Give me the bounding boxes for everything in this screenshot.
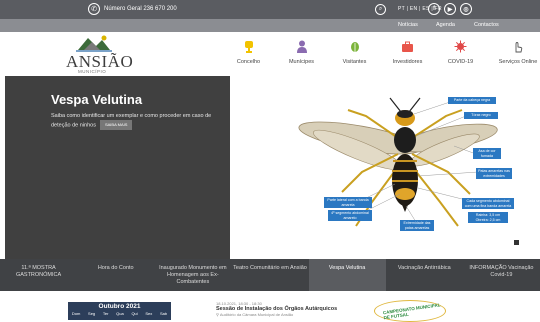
social-links: f ▶ ◎ [428, 3, 472, 15]
event-location-text: Auditório da Câmara Municipal de Ansião [219, 312, 294, 317]
logo-subtitle: MUNICÍPIO [78, 69, 107, 74]
phone-label: Número Geral 236 670 200 [104, 6, 177, 12]
callout-label: Parte lateral com a banda amarela [324, 197, 372, 208]
event-location: ⚲ Auditório da Câmara Municipal de Ansiã… [216, 312, 337, 317]
weekday: Seg [88, 311, 96, 316]
hero-title: Vespa Velutina [51, 92, 143, 107]
slide-tab[interactable]: Teatro Comunitário em Ansião [231, 259, 308, 291]
virus-icon [454, 40, 468, 53]
calendar-month: Outubro 2021 [98, 303, 141, 310]
nav-label: Concelho [236, 59, 261, 65]
nav-label: COVID-19 [447, 59, 474, 65]
briefcase-icon [401, 40, 415, 53]
callout-label: Rainha: 3,5 cm Obreira: 2,5 cm [468, 212, 508, 223]
person-icon [295, 40, 309, 53]
youtube-icon[interactable]: ▶ [444, 3, 456, 15]
header: ANSIÃO MUNICÍPIO Concelho Munícipes Visi… [0, 32, 540, 76]
futsal-championship-badge[interactable]: CAMPEONATO MUNICIPAL DE FUTSAL [374, 300, 446, 322]
nav-agenda[interactable]: Agenda [436, 22, 455, 28]
slider-tabs: 11.ª MOSTRA GASTRONÓMICA Hora do Conto I… [0, 259, 540, 291]
callout-label: Tórax negro [464, 112, 498, 119]
nav-noticias[interactable]: Notícias [398, 22, 418, 28]
nav-covid[interactable]: COVID-19 [434, 40, 487, 65]
callout-label: Patas amarelas nas extremidades [476, 168, 512, 179]
trophy-icon [242, 40, 256, 53]
nav-label: Investidores [392, 59, 423, 65]
nav-label: Serviços Online [498, 59, 538, 65]
events-calendar: Outubro 2021 Dom Seg Ter Qua Qui Sex Sab [68, 302, 171, 320]
hero-slider[interactable]: Vespa Velutina Saiba como identificar um… [5, 76, 532, 259]
facebook-icon[interactable]: f [428, 3, 440, 15]
callout-label: Parte da cabeça negra [448, 97, 496, 104]
main-nav: Concelho Munícipes Visitantes Investidor… [222, 40, 540, 65]
slide-tab[interactable]: 11.ª MOSTRA GASTRONÓMICA [0, 259, 77, 291]
content-section: Outubro 2021 Dom Seg Ter Qua Qui Sex Sab… [0, 291, 540, 322]
hero-more-button[interactable]: SAIBA MAIS [99, 120, 133, 130]
nav-visitantes[interactable]: Visitantes [328, 40, 381, 65]
top-bar: ✆ Número Geral 236 670 200 ⌕ PT | EN | E… [0, 0, 540, 19]
leaf-icon [348, 40, 362, 53]
hero-text: Saiba como identificar um exemplar e com… [51, 112, 221, 130]
nav-label: Munícipes [288, 59, 315, 65]
search-icon[interactable]: ⌕ [375, 4, 386, 15]
instagram-icon[interactable]: ◎ [460, 3, 472, 15]
slider-pause-control[interactable] [514, 240, 519, 245]
badge-text: CAMPEONATO MUNICIPAL DE FUTSAL [382, 302, 441, 321]
weekday: Sex [145, 311, 153, 316]
callout-label: Extremidade das patas amarelas [400, 220, 434, 231]
hero-image: Parte da cabeça negra Tórax negro Asa de… [230, 76, 532, 259]
nav-servicos-online[interactable]: Serviços Online [487, 40, 540, 65]
nav-investidores[interactable]: Investidores [381, 40, 434, 65]
hand-icon [511, 40, 525, 53]
callout-label: Cada segmento abdominal com uma fina ban… [462, 198, 514, 209]
slide-tab[interactable]: Hora do Conto [77, 259, 154, 291]
nav-municipes[interactable]: Munícipes [275, 40, 328, 65]
weekday: Qua [116, 311, 124, 316]
slide-tab[interactable]: Inaugurado Monumento em Homenagem aos Ex… [154, 259, 231, 291]
callout-label: 4º segmento abdominal amarelo [328, 210, 372, 221]
weekday: Qui [131, 311, 138, 316]
weekday: Dom [71, 311, 81, 316]
nav-concelho[interactable]: Concelho [222, 40, 275, 65]
nav-contactos[interactable]: Contactos [474, 22, 499, 28]
event-item[interactable]: 18.10.2021, 18:30 - 18:30 Sessão de Inst… [216, 301, 337, 317]
municipality-logo[interactable]: ANSIÃO MUNICÍPIO [60, 34, 140, 74]
callout-label: Asa de cor fumada [473, 148, 501, 159]
nav-label: Visitantes [342, 59, 367, 65]
slide-tab[interactable]: INFORMAÇÃO Vacinação Covid-19 [463, 259, 540, 291]
slide-tab-active[interactable]: Vespa Velutina [308, 259, 386, 291]
calendar-weekdays: Dom Seg Ter Qua Qui Sex Sab [68, 311, 171, 316]
logo-mark-icon [76, 35, 112, 52]
weekday: Ter [102, 311, 109, 316]
weekday: Sab [160, 311, 168, 316]
phone-contact[interactable]: ✆ Número Geral 236 670 200 [88, 3, 177, 15]
phone-icon: ✆ [88, 3, 100, 15]
secondary-nav: Notícias Agenda Contactos [0, 19, 540, 32]
slide-tab[interactable]: Vacinação Antirrábica [386, 259, 463, 291]
